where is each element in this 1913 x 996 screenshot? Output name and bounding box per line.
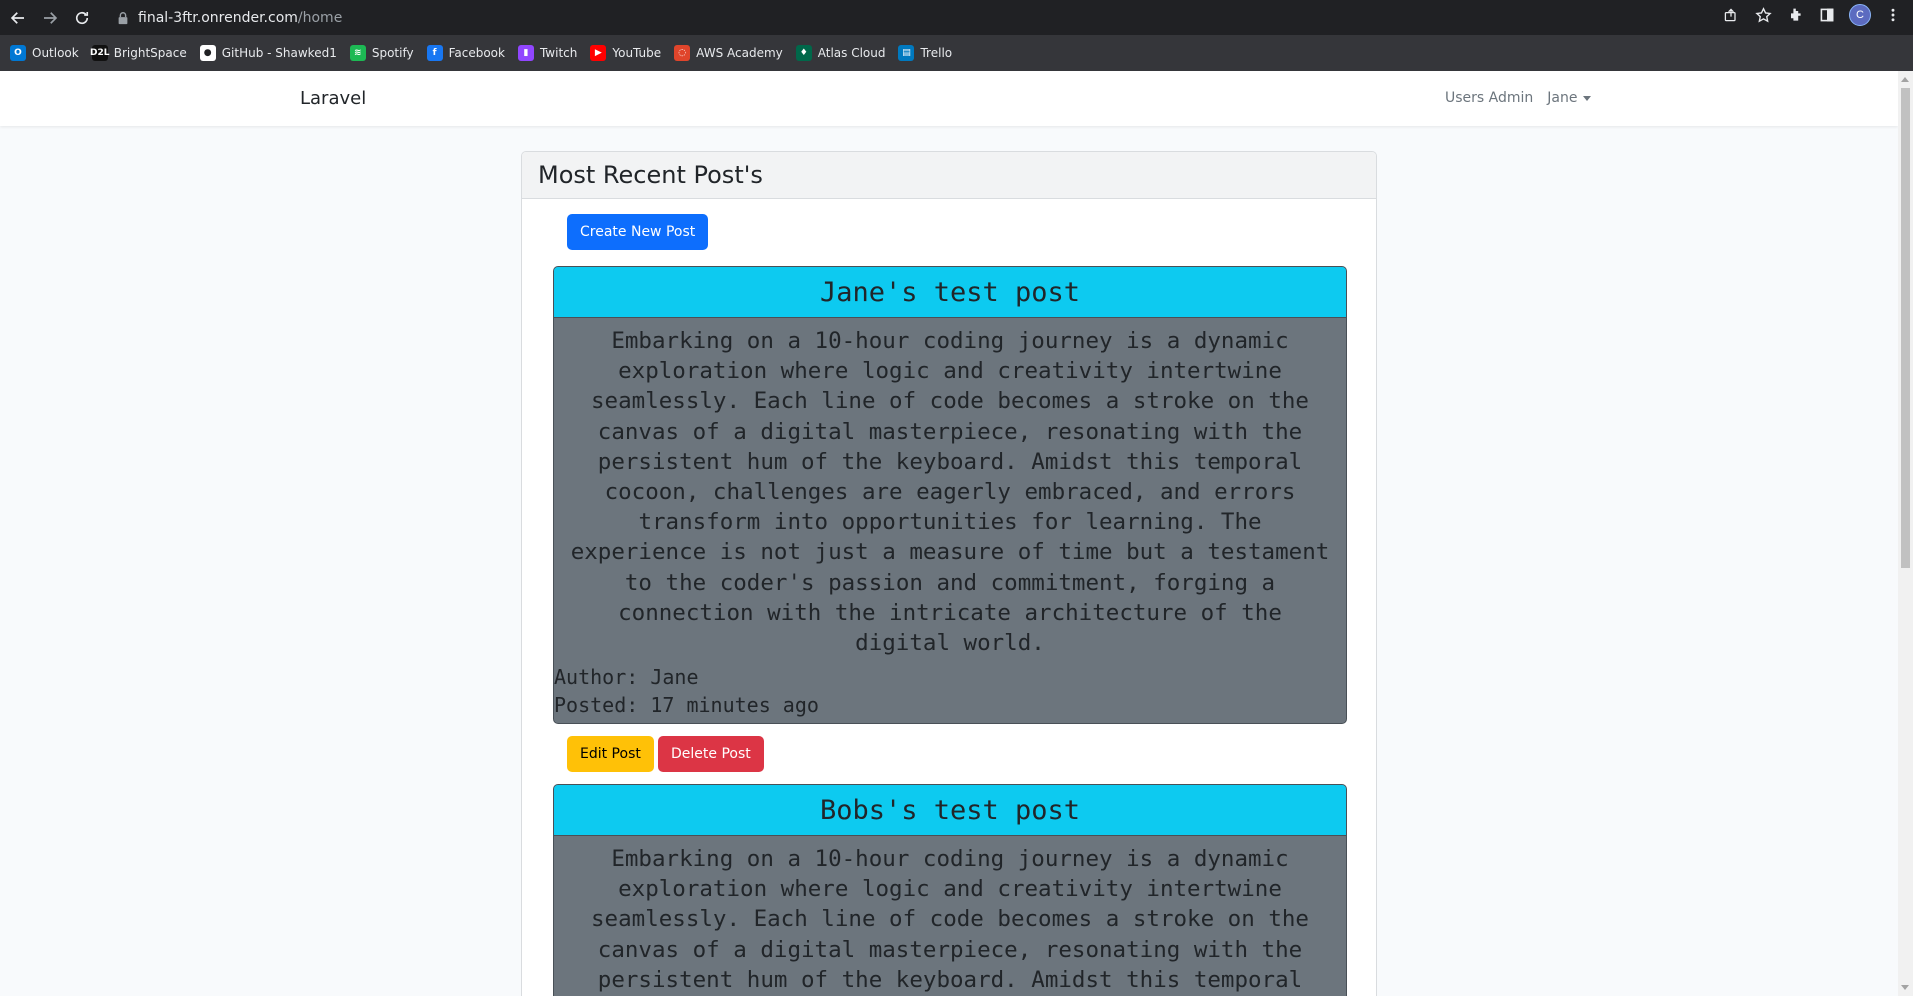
create-post-button[interactable]: Create New Post (567, 214, 709, 250)
bookmark-label: GitHub - Shawked1 (221, 46, 337, 60)
bookmark-label: BrightSpace (113, 46, 187, 60)
lock-icon (118, 12, 128, 25)
post-author: Author: Jane (554, 665, 699, 690)
extensions-icon[interactable] (1785, 5, 1805, 25)
post-title: Jane's test post (554, 267, 1346, 318)
bookmark-item[interactable]: ▤ Trello (898, 41, 952, 65)
bookmark-item[interactable]: ▶ YouTube (590, 41, 661, 65)
menu-kebab-icon[interactable] (1883, 5, 1903, 25)
post-card: Bobs's test post Embarking on a 10-hour … (553, 784, 1347, 996)
bookmark-item[interactable]: ● GitHub - Shawked1 (199, 41, 337, 65)
browser-toolbar: final-3ftr.onrender.com/home C (0, 0, 1913, 35)
edit-post-button[interactable]: Edit Post (567, 736, 654, 772)
bookmark-item[interactable]: f Facebook (426, 41, 505, 65)
side-panel-icon[interactable] (1817, 5, 1837, 25)
users-admin-link[interactable]: Users Admin (1445, 90, 1533, 106)
user-dropdown-label: Jane (1547, 90, 1578, 106)
site-navbar: Laravel Users Admin Jane (0, 71, 1898, 126)
trello-icon: ▤ (898, 45, 915, 61)
bookmark-label: Spotify (371, 46, 414, 60)
bookmark-item[interactable]: ◌ AWS Academy (674, 41, 783, 65)
delete-post-button[interactable]: Delete Post (658, 736, 764, 772)
url-path: /home (297, 10, 343, 26)
bookmark-item[interactable]: ♦ Atlas Cloud (795, 41, 886, 65)
bookmark-item[interactable]: O Outlook (10, 41, 79, 65)
bookmark-item[interactable]: ▮ Twitch (517, 41, 578, 65)
url-host: final-3ftr.onrender.com (138, 10, 298, 26)
user-dropdown[interactable]: Jane (1547, 90, 1592, 106)
scroll-down-icon[interactable] (1901, 985, 1909, 990)
github-icon: ● (199, 45, 216, 61)
bookmark-label: Trello (920, 46, 953, 60)
forward-icon[interactable] (36, 4, 64, 32)
post-body: Embarking on a 10-hour coding journey is… (591, 846, 1309, 993)
post-timestamp: Posted: 17 minutes ago (554, 693, 819, 718)
atlas-cloud-icon: ♦ (795, 45, 812, 61)
navbar-brand[interactable]: Laravel (300, 88, 366, 109)
caret-down-icon (1583, 95, 1592, 101)
post-card: Jane's test post Embarking on a 10-hour … (553, 266, 1347, 724)
bookmark-item[interactable]: D2L BrightSpace (90, 41, 187, 65)
bookmark-star-icon[interactable] (1753, 5, 1773, 25)
page-scrollbar[interactable] (1898, 71, 1913, 996)
bookmarks-bar: O Outlook D2L BrightSpace ● GitHub - Shawked1… (0, 35, 1913, 71)
share-icon[interactable] (1721, 5, 1741, 25)
aws-academy-icon: ◌ (674, 45, 691, 61)
bookmark-label: YouTube (612, 46, 662, 60)
bookmark-label: AWS Academy (696, 46, 783, 60)
facebook-icon: f (426, 45, 443, 61)
spotify-icon: ≋ (349, 45, 366, 61)
reload-icon[interactable] (68, 4, 96, 32)
card-header: Most Recent Post's (522, 152, 1376, 199)
bookmark-label: Twitch (539, 46, 578, 60)
profile-avatar[interactable]: C (1849, 4, 1871, 26)
post-body: Embarking on a 10-hour coding journey is… (570, 328, 1330, 657)
web-page: Laravel Users Admin Jane Most Recent Pos… (0, 71, 1913, 996)
bookmark-item[interactable]: ≋ Spotify (349, 41, 414, 65)
back-icon[interactable] (4, 4, 32, 32)
post-title: Bobs's test post (554, 785, 1346, 836)
bookmark-label: Atlas Cloud (817, 46, 886, 60)
brightspace-icon: D2L (90, 45, 109, 61)
address-bar[interactable]: final-3ftr.onrender.com/home (106, 4, 1796, 32)
scroll-up-icon[interactable] (1901, 77, 1909, 82)
youtube-icon: ▶ (590, 45, 607, 61)
scroll-thumb[interactable] (1901, 88, 1910, 568)
bookmark-label: Facebook (448, 46, 505, 60)
twitch-icon: ▮ (517, 45, 534, 61)
bookmark-label: Outlook (32, 46, 79, 60)
posts-card: Most Recent Post's Create New Post Jane'… (521, 151, 1377, 996)
outlook-icon: O (10, 45, 26, 61)
